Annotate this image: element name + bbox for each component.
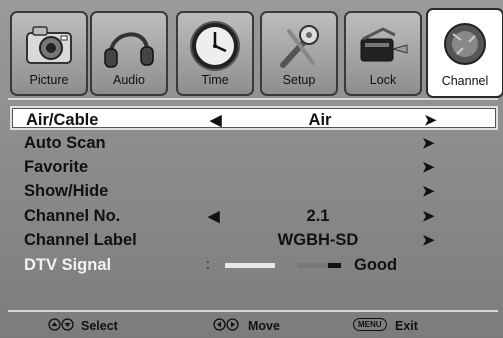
clock-icon xyxy=(190,21,240,71)
footer-help-bar: Select Move MENU Exit xyxy=(8,310,498,336)
row-label: DTV Signal xyxy=(24,256,112,274)
left-right-arrows-icon xyxy=(213,318,239,331)
right-arrow-icon[interactable]: ➤ xyxy=(422,158,435,176)
row-value: WGBH-SD xyxy=(277,231,359,249)
row-value: 2.1 xyxy=(306,207,330,225)
tab-audio[interactable]: Audio xyxy=(90,11,168,96)
signal-colon: : xyxy=(206,256,210,272)
headphones-icon xyxy=(104,32,154,68)
tab-label: Channel xyxy=(441,74,489,88)
signal-segment-mid xyxy=(296,263,328,268)
right-arrow-icon[interactable]: ➤ xyxy=(422,231,435,249)
left-arrow-icon[interactable]: ◀ xyxy=(210,111,222,129)
row-label: Favorite xyxy=(24,158,89,176)
up-down-arrows-icon xyxy=(48,318,74,331)
signal-quality-value: Good xyxy=(354,256,398,274)
tab-label: Lock xyxy=(369,73,397,87)
tab-setup[interactable]: Setup xyxy=(260,11,338,96)
camera-icon xyxy=(26,26,72,64)
menu-row-channel-label[interactable]: Channel Label WGBH-SD ➤ xyxy=(10,228,498,252)
signal-strength-bar xyxy=(215,263,341,268)
lock-icon xyxy=(360,27,408,62)
channel-settings-panel: Air/Cable ◀ Air ➤ Auto Scan ➤ Favorite ➤… xyxy=(8,98,498,310)
tab-lock[interactable]: Lock xyxy=(344,11,422,96)
tab-label: Audio xyxy=(113,73,145,87)
tab-label: Time xyxy=(201,73,229,87)
row-label: Channel No. xyxy=(24,207,121,225)
right-arrow-icon[interactable]: ➤ xyxy=(422,134,435,152)
satellite-dish-icon xyxy=(444,23,486,65)
menu-tab-strip: Picture Audio Time Setup Lock Channel xyxy=(10,8,503,98)
right-arrow-icon[interactable]: ➤ xyxy=(422,207,435,225)
right-arrow-icon[interactable]: ➤ xyxy=(424,111,437,129)
tools-icon xyxy=(280,25,319,68)
row-value: Air xyxy=(308,111,332,129)
menu-row-auto-scan[interactable]: Auto Scan ➤ xyxy=(10,131,498,155)
hint-move: Move xyxy=(248,319,280,333)
menu-row-favorite[interactable]: Favorite ➤ xyxy=(10,155,498,179)
tab-label: Setup xyxy=(282,73,316,87)
hint-exit: Exit xyxy=(395,319,418,333)
signal-segment-low xyxy=(225,263,275,268)
signal-segment-high xyxy=(328,263,341,268)
channel-menu-osd: Picture Audio Time Setup Lock Channel Ai… xyxy=(0,0,503,338)
menu-key-icon: MENU xyxy=(353,318,387,331)
tab-channel[interactable]: Channel xyxy=(426,8,503,98)
left-arrow-icon[interactable]: ◀ xyxy=(208,207,220,225)
row-label: Show/Hide xyxy=(24,182,109,200)
tab-label: Picture xyxy=(29,73,69,87)
menu-row-dtv-signal: DTV Signal : Good xyxy=(10,253,498,277)
menu-row-show-hide[interactable]: Show/Hide ➤ xyxy=(10,179,498,203)
row-label: Channel Label xyxy=(24,231,137,249)
menu-row-air-cable[interactable]: Air/Cable ◀ Air ➤ xyxy=(10,106,498,130)
tab-picture[interactable]: Picture xyxy=(10,11,88,96)
right-arrow-icon[interactable]: ➤ xyxy=(422,182,435,200)
menu-row-channel-no[interactable]: Channel No. ◀ 2.1 ➤ xyxy=(10,204,498,228)
row-label: Auto Scan xyxy=(24,134,106,152)
tab-time[interactable]: Time xyxy=(176,11,254,96)
row-label: Air/Cable xyxy=(26,111,99,129)
hint-select: Select xyxy=(81,319,118,333)
